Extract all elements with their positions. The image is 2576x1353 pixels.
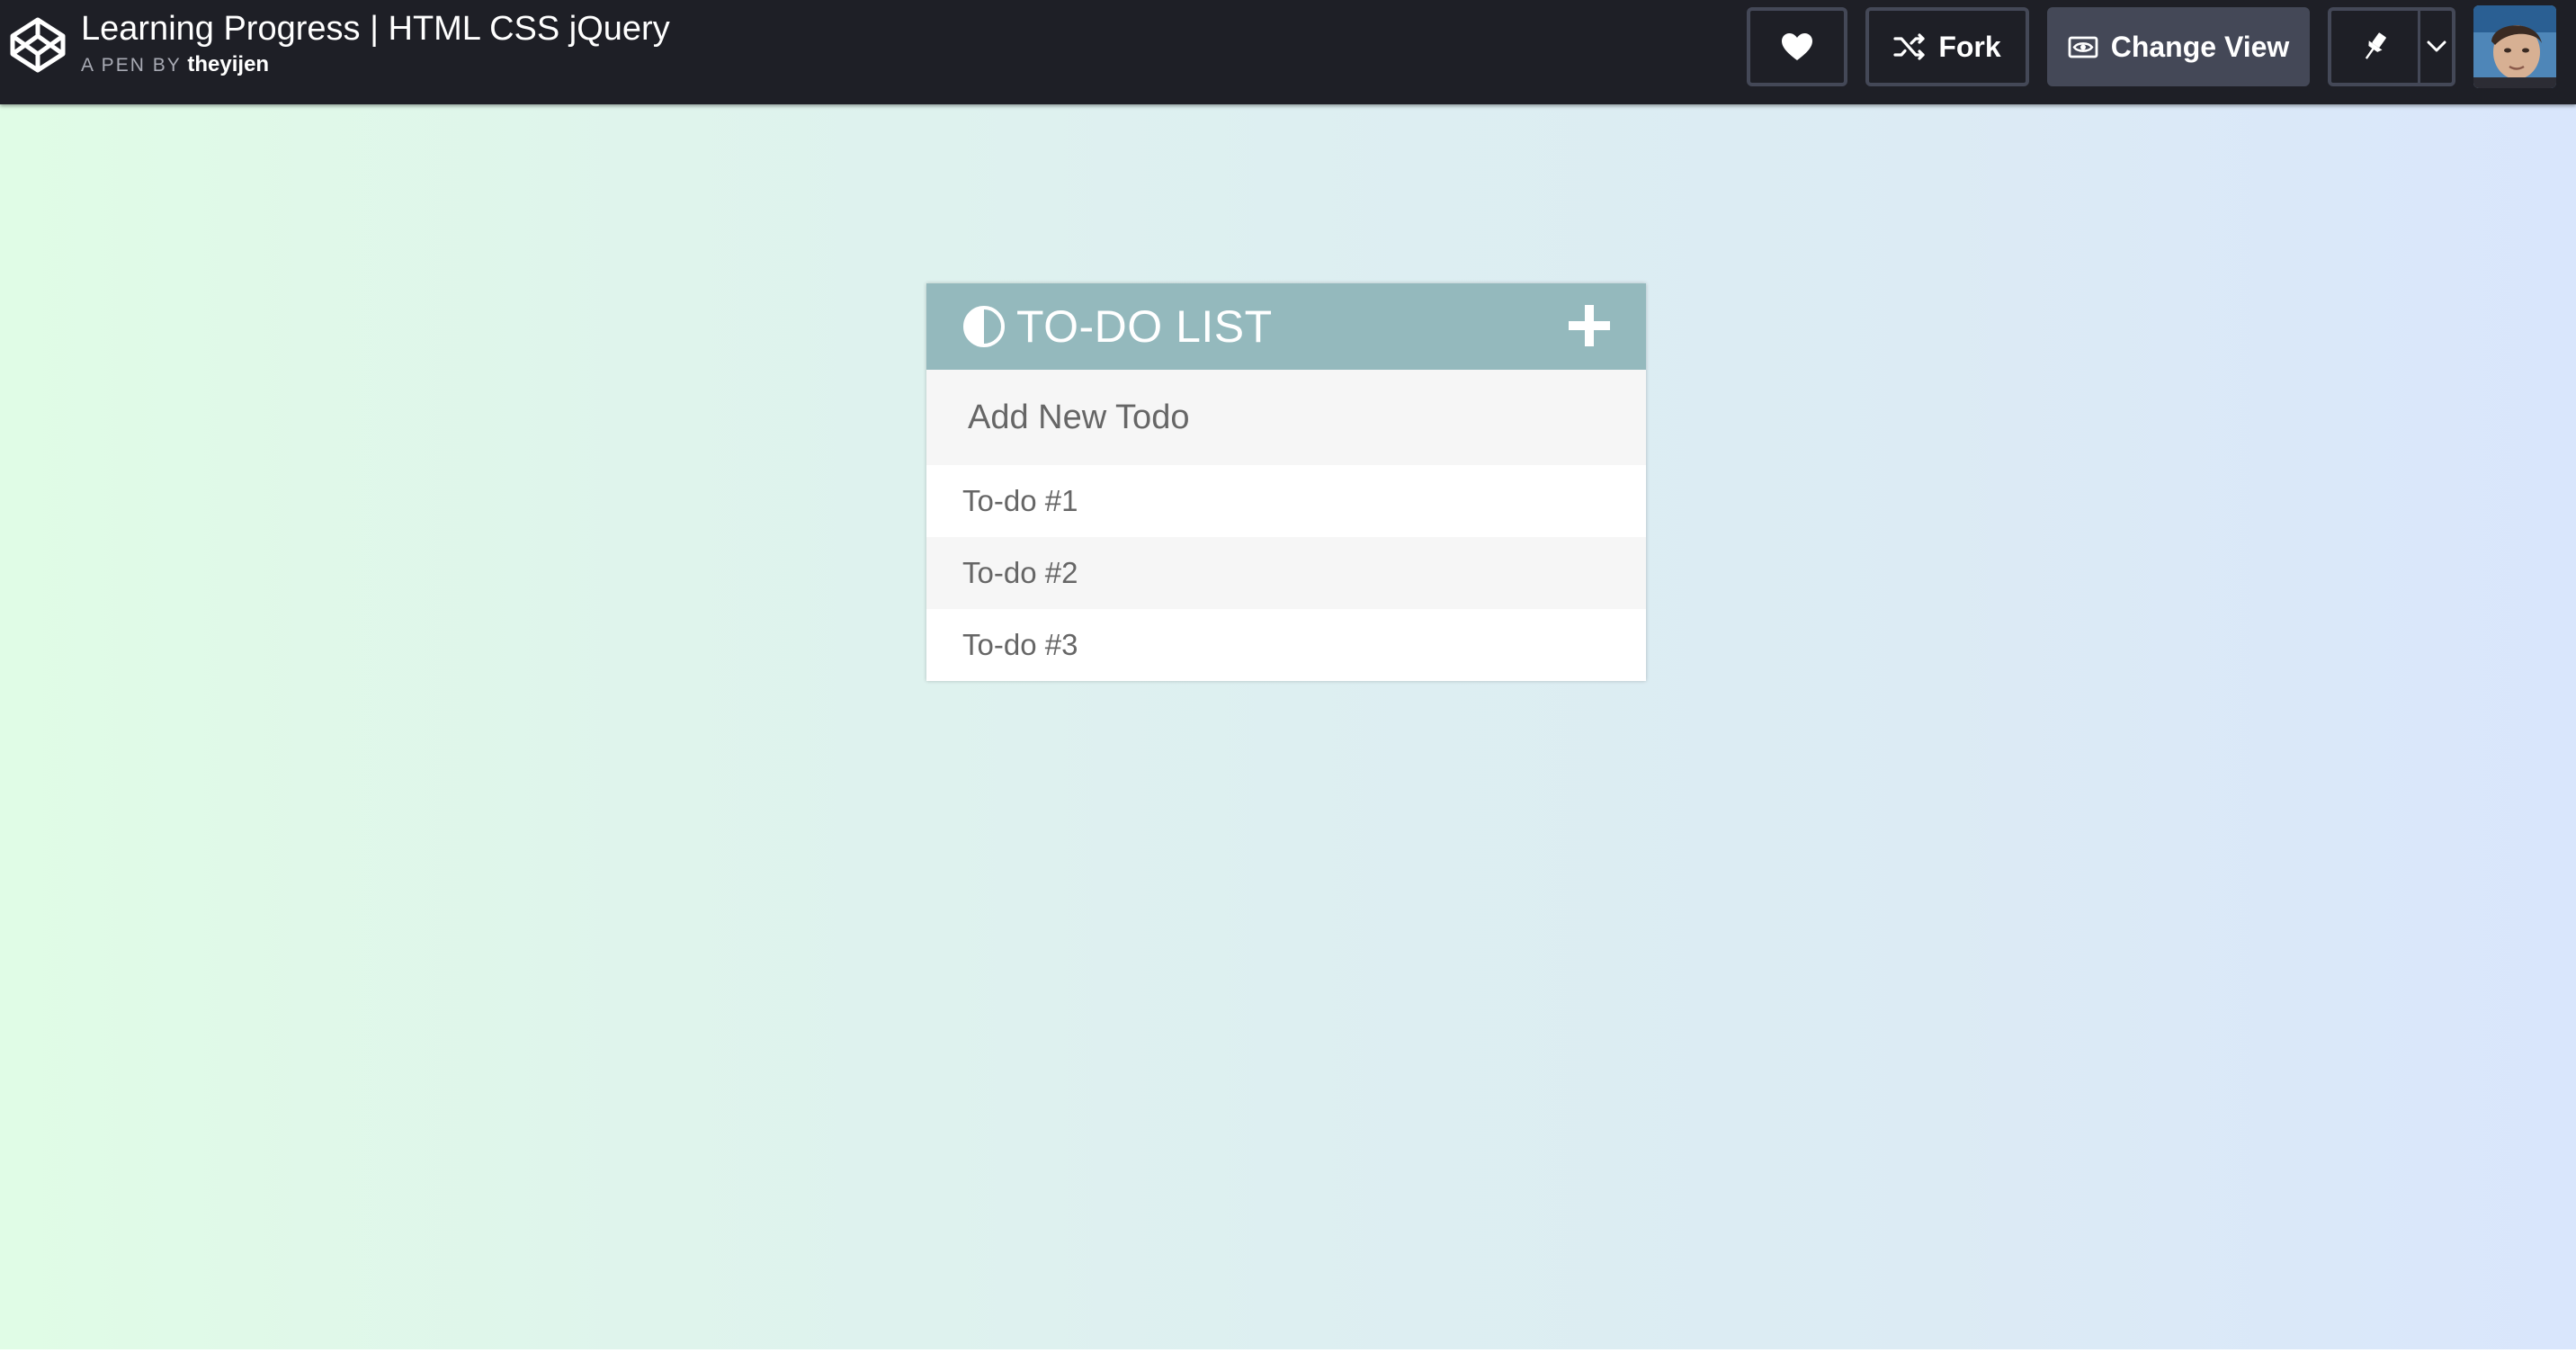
eye-icon	[2068, 36, 2098, 58]
pen-byline: A PEN BY theyijen	[81, 52, 670, 78]
todo-title: TO-DO LIST	[1016, 301, 1273, 352]
todo-card: TO-DO LIST To-do #1 To-do #2 To-do #3	[926, 283, 1646, 681]
pin-button-group	[2328, 7, 2455, 86]
chevron-down-icon	[2427, 40, 2446, 52]
fork-button[interactable]: Fork	[1865, 7, 2029, 86]
heart-button[interactable]	[1747, 7, 1847, 86]
pen-author-link[interactable]: theyijen	[187, 52, 269, 76]
top-bar: Learning Progress | HTML CSS jQuery A PE…	[0, 0, 2576, 104]
half-circle-icon	[963, 306, 1005, 347]
change-view-button[interactable]: Change View	[2047, 7, 2310, 86]
add-todo-input[interactable]	[926, 370, 1646, 465]
codepen-logo-icon[interactable]	[9, 16, 67, 74]
pen-by-label: A PEN BY	[81, 55, 182, 76]
pen-title[interactable]: Learning Progress | HTML CSS jQuery	[81, 5, 670, 52]
plus-icon[interactable]	[1567, 303, 1612, 348]
avatar-image	[2473, 5, 2556, 88]
pen-title-block: Learning Progress | HTML CSS jQuery A PE…	[81, 5, 670, 78]
user-avatar[interactable]	[2473, 5, 2556, 88]
todo-item[interactable]: To-do #2	[926, 537, 1646, 609]
todo-item[interactable]: To-do #1	[926, 465, 1646, 537]
pin-button[interactable]	[2331, 11, 2418, 83]
bottom-edge	[0, 1349, 2576, 1353]
todo-header: TO-DO LIST	[926, 283, 1646, 370]
todo-list: To-do #1 To-do #2 To-do #3	[926, 465, 1646, 681]
pin-dropdown-button[interactable]	[2420, 11, 2452, 83]
pin-icon	[2365, 32, 2386, 59]
fork-icon	[1893, 33, 1925, 60]
change-view-label: Change View	[2110, 30, 2290, 63]
heart-icon	[1782, 33, 1812, 60]
todo-item[interactable]: To-do #3	[926, 609, 1646, 681]
fork-label: Fork	[1938, 30, 2001, 63]
